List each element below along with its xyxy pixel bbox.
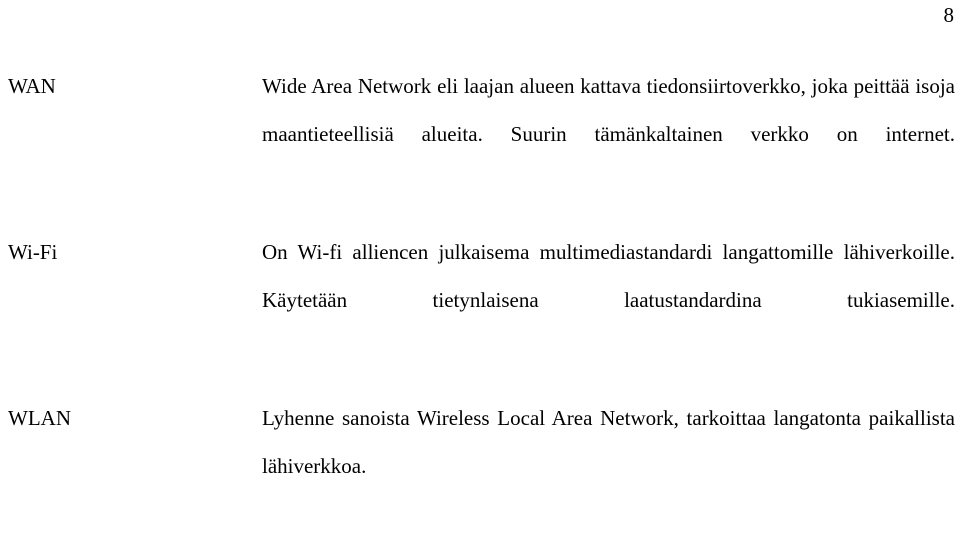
glossary-entry: WAN Wide Area Network eli laajan alueen … xyxy=(0,62,960,206)
page-number: 8 xyxy=(943,3,955,27)
glossary-term: WLAN xyxy=(8,406,71,430)
glossary-term: WAN xyxy=(8,74,56,98)
glossary-definition: Wide Area Network eli laajan alueen katt… xyxy=(262,74,955,146)
glossary-definition: On Wi-fi alliencen julkaisema multimedia… xyxy=(262,240,955,312)
document-page: 8 WAN Wide Area Network eli laajan aluee… xyxy=(0,0,960,510)
glossary-term: Wi-Fi xyxy=(8,240,58,264)
glossary-definition: Lyhenne sanoista Wireless Local Area Net… xyxy=(262,406,955,478)
glossary-entry: Wi-Fi On Wi-fi alliencen julkaisema mult… xyxy=(0,228,960,372)
glossary-list: WAN Wide Area Network eli laajan alueen … xyxy=(0,62,960,538)
glossary-entry: WLAN Lyhenne sanoista Wireless Local Are… xyxy=(0,394,960,538)
